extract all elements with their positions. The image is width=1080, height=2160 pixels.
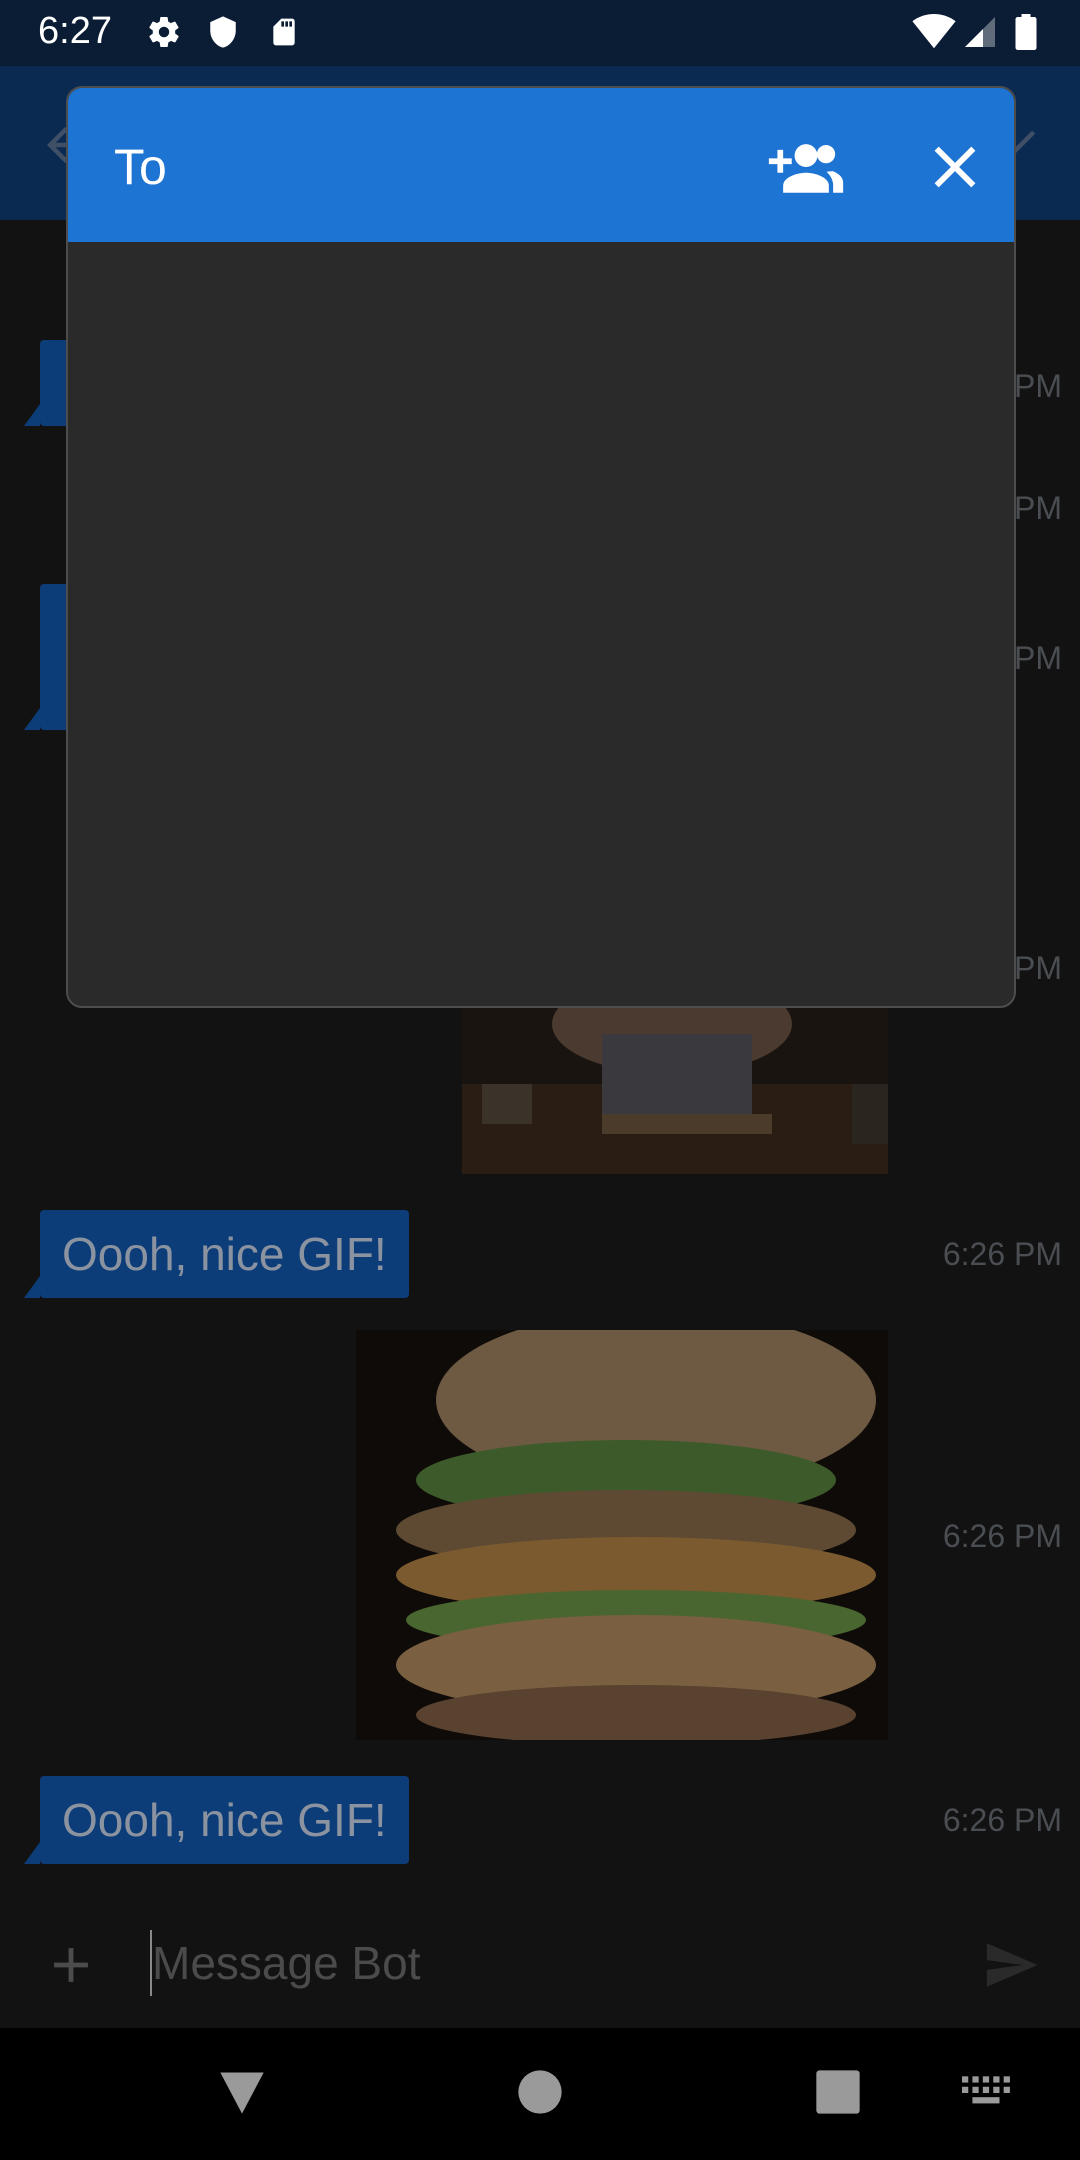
battery-icon [1015, 14, 1037, 50]
message-time: PM [1014, 950, 1062, 986]
close-icon[interactable] [920, 132, 990, 202]
dialog-header: To [68, 88, 1014, 242]
sd-card-icon [273, 18, 295, 46]
gif-image-burger[interactable] [356, 1330, 888, 1740]
add-attachment-icon[interactable] [42, 1936, 100, 1994]
message-time: PM [1014, 640, 1062, 676]
nav-back-icon[interactable] [216, 2066, 268, 2118]
keyboard-icon[interactable] [962, 2076, 1012, 2110]
settings-icon [149, 17, 179, 47]
navigation-bar [0, 2028, 1080, 2160]
wifi-icon [912, 14, 956, 49]
signal-icon [965, 17, 995, 47]
message-bubble[interactable]: Oooh, nice GIF! [24, 1776, 409, 1864]
message-text: Oooh, nice GIF! [62, 1794, 387, 1846]
message-time: PM [1014, 490, 1062, 526]
status-bar: 6:27 [0, 0, 1080, 66]
shield-icon [210, 16, 236, 48]
message-time: 6:26 PM [942, 1236, 1062, 1272]
dialog-title: To [114, 139, 167, 195]
message-input[interactable]: Message Bot [150, 1930, 420, 1996]
message-time: 6:26 PM [942, 1518, 1062, 1554]
message-time: 6:26 PM [942, 1802, 1062, 1838]
status-time: 6:27 [38, 10, 112, 52]
message-text: Oooh, nice GIF! [62, 1228, 387, 1280]
send-icon[interactable] [980, 1936, 1042, 1994]
add-group-icon[interactable] [766, 132, 846, 202]
message-composer: Message Bot [0, 1900, 1080, 2028]
message-time: PM [1014, 368, 1062, 404]
nav-recents-icon[interactable] [812, 2066, 864, 2118]
nav-home-icon[interactable] [514, 2066, 566, 2118]
message-bubble[interactable]: Oooh, nice GIF! [24, 1210, 409, 1298]
recipient-dialog: To [66, 86, 1016, 1008]
gif-image-restaurant[interactable] [462, 1004, 888, 1174]
